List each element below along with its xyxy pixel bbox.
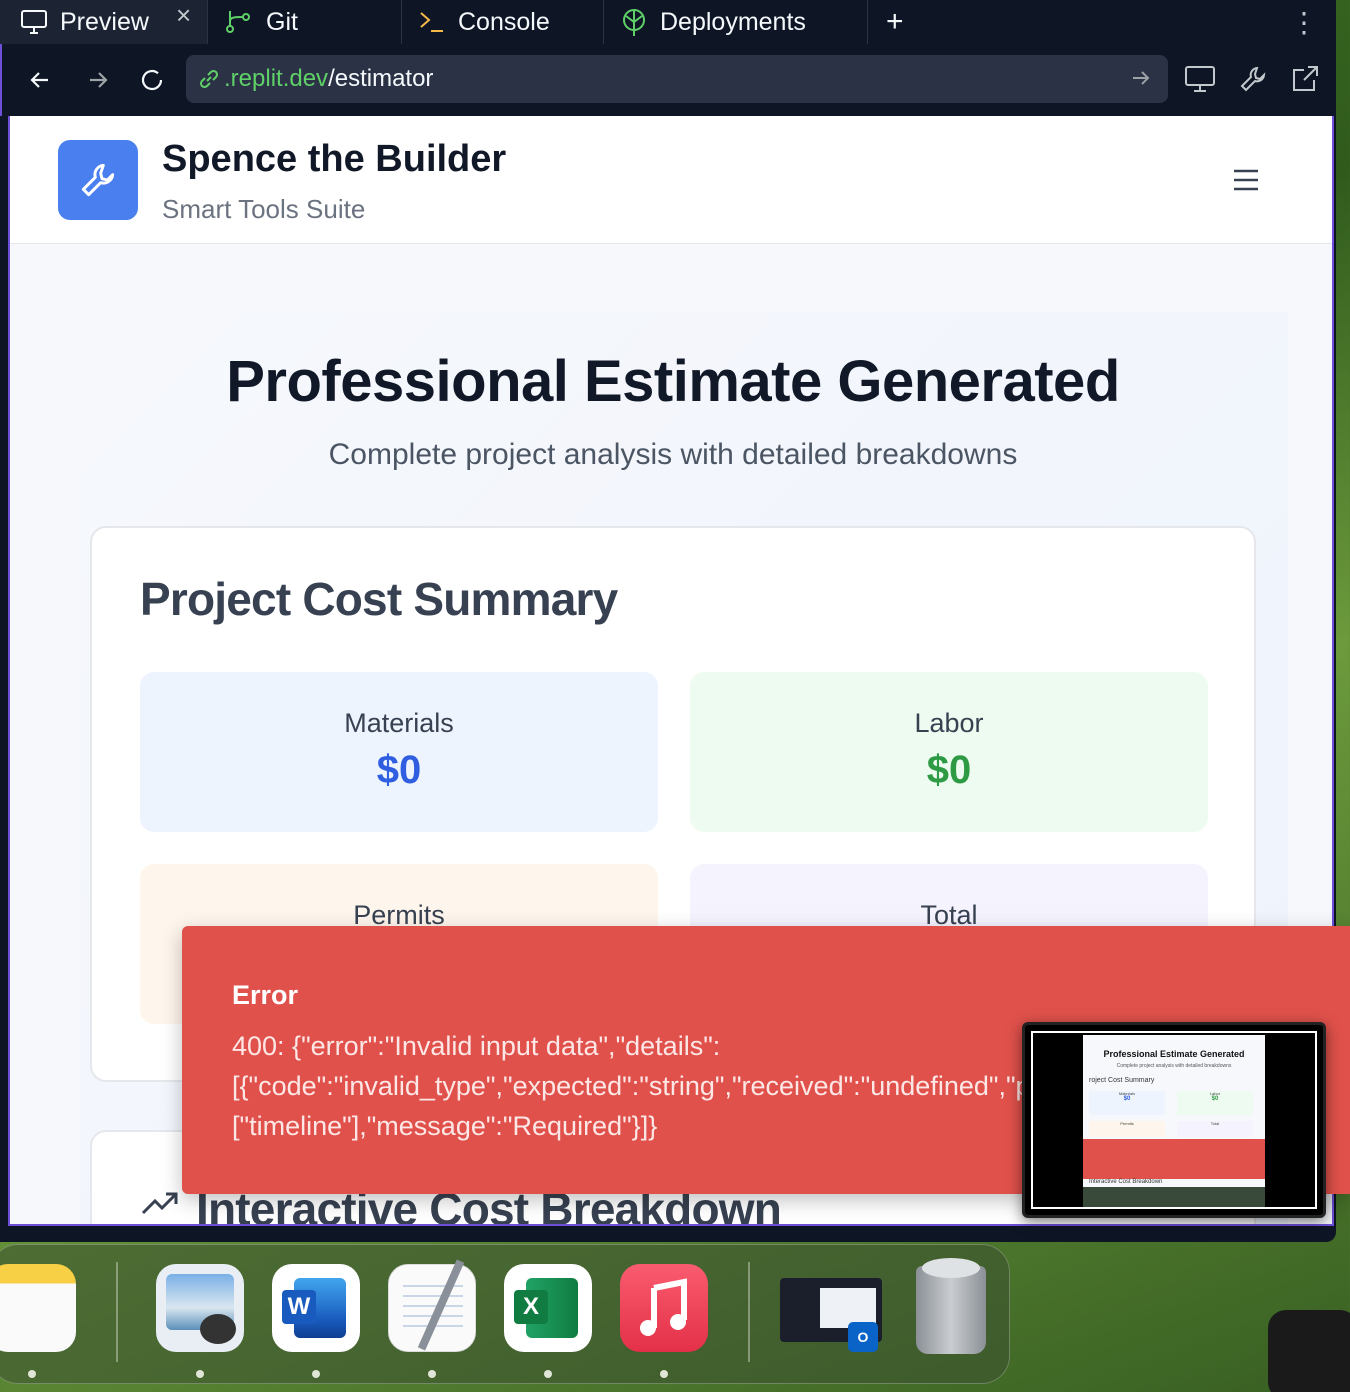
excel-app-icon[interactable]: X [504,1264,592,1352]
forward-button[interactable] [76,44,120,116]
running-indicator [196,1370,204,1378]
thumbnail-tile: Total [1177,1121,1253,1137]
word-app-icon[interactable]: W [272,1264,360,1352]
trending-up-icon [141,1192,178,1215]
tab-label: Deployments [660,7,806,36]
thumbnail-error [1083,1139,1265,1179]
music-app-icon[interactable] [620,1264,708,1352]
device-preview-icon[interactable] [1184,64,1216,94]
tab-deployments[interactable]: Deployments [604,0,868,44]
terminal-icon [420,12,443,32]
thumbnail-tile-label: Total [1210,1121,1220,1126]
thumbnail-section: roject Cost Summary [1089,1077,1155,1084]
site-title: Spence the Builder [162,138,507,180]
close-icon[interactable]: × [176,0,191,31]
wrench-icon [81,163,115,197]
preview-app-icon[interactable] [156,1264,244,1352]
cost-summary-title: Project Cost Summary [140,573,618,625]
running-indicator [544,1370,552,1378]
labor-tile: Labor $0 [690,672,1208,832]
trash-icon[interactable] [906,1258,994,1354]
music-note-icon [640,1278,687,1336]
materials-tile: Materials $0 [140,672,658,832]
link-icon [199,69,219,89]
monitor-icon [21,10,47,34]
thumbnail-page: Professional Estimate Generated Complete… [1083,1035,1265,1207]
url-domain: .replit.dev [224,65,329,92]
tab-label: Preview [60,7,149,36]
thumbnail-title: Professional Estimate Generated [1103,1049,1245,1059]
running-indicator [312,1370,320,1378]
url-bar: .replit.dev/estimator [0,44,1336,116]
thumbnail-tile-value: $0 [1211,1096,1219,1102]
arrow-left-icon [30,72,48,88]
add-tab-button[interactable]: + [886,0,904,44]
page-subtitle: Complete project analysis with detailed … [328,438,1018,471]
thumbnail-subtitle: Complete project analysis with detailed … [1116,1063,1232,1069]
thumbnail-tile-value: $0 [1123,1096,1131,1102]
window-corner [1268,1310,1350,1392]
go-arrow-icon[interactable] [1130,67,1152,89]
tab-git[interactable]: Git [208,0,402,44]
thumbnail-dock [1083,1187,1265,1207]
textedit-app-icon[interactable] [388,1259,476,1352]
git-branch-icon [226,11,250,33]
running-indicator [428,1370,436,1378]
tab-preview[interactable]: Preview × [0,0,208,44]
address-field[interactable]: .replit.dev/estimator [186,55,1168,103]
tab-bar: Preview × Git Console Deployments + ⋮ [0,0,1336,44]
thumbnail-tile: Labor $0 [1177,1091,1253,1115]
tile-value: $0 [926,748,972,792]
reload-icon [141,69,163,91]
dock-separator [116,1262,118,1362]
thumbnail-tile: Materials $0 [1089,1091,1165,1115]
running-indicator [660,1370,668,1378]
url-path: /estimator [328,65,434,92]
arrow-right-icon [90,72,108,88]
running-indicator [28,1370,36,1378]
dock-separator [748,1262,750,1362]
thumbnail-tile: Permits [1089,1121,1165,1137]
hamburger-menu-icon[interactable] [1232,168,1260,192]
site-tagline: Smart Tools Suite [162,194,366,224]
more-options-icon[interactable]: ⋮ [1290,0,1318,44]
tab-label: Console [458,7,550,36]
tab-label: Git [266,7,298,36]
thumbnail-footer: Interactive Cost Breakdown [1089,1179,1163,1185]
toast-title: Error [232,980,299,1010]
deploy-icon [623,9,645,36]
open-external-icon[interactable] [1290,64,1320,94]
wrench-icon[interactable] [1238,64,1268,94]
thumbnail-frame: Professional Estimate Generated Complete… [1031,1031,1317,1209]
reload-button[interactable] [130,44,174,116]
site-header: Spence the Builder Smart Tools Suite [10,116,1332,244]
tile-value: $0 [376,748,422,792]
site-logo[interactable] [58,140,138,220]
page-title: Professional Estimate Generated [226,349,1120,414]
notes-app-icon[interactable] [0,1264,76,1352]
tab-console[interactable]: Console [402,0,604,44]
tile-label: Materials [344,708,454,738]
tile-label: Labor [914,708,984,738]
minimized-window-icon[interactable]: O [780,1278,882,1352]
back-button[interactable] [18,44,62,116]
screenshot-thumbnail[interactable]: Professional Estimate Generated Complete… [1022,1022,1326,1218]
thumbnail-tile-label: Permits [1120,1121,1134,1126]
